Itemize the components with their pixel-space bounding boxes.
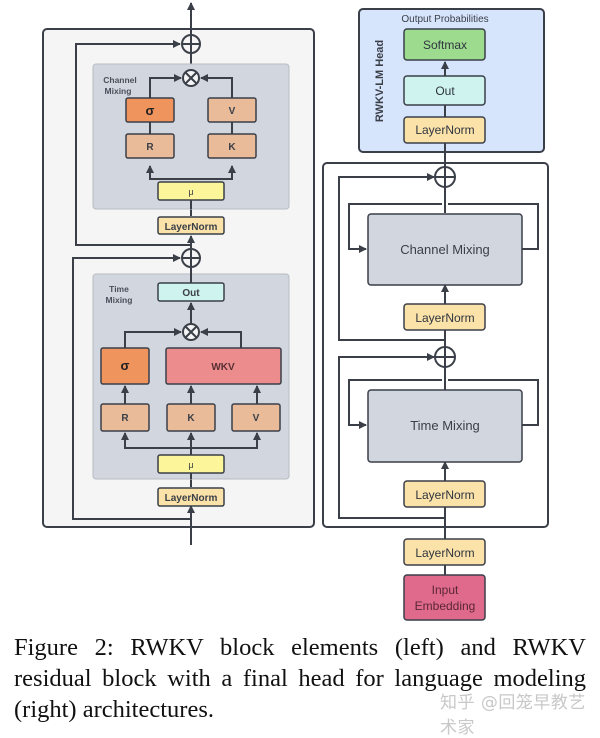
- multiply-node-time: [182, 323, 200, 341]
- rwkv-architecture-diagram: Channel Mixing σ V R K μ LayerNorm Time …: [42, 2, 549, 621]
- time-mixing-title: Time: [109, 284, 129, 294]
- cm-k-label: K: [228, 142, 236, 153]
- tm-v-label: V: [253, 413, 260, 424]
- tm-wkv-label: WKV: [211, 362, 235, 373]
- time-mixing-label: Time Mixing: [410, 418, 480, 433]
- cm-layernorm-label: LayerNorm: [165, 222, 218, 233]
- input-embedding-label-1: Input: [432, 583, 459, 597]
- rwkv-lm-head: RWKV-LM Head Output Probabilities Softma…: [358, 8, 545, 162]
- time-mixing-title-2: Mixing: [106, 295, 133, 305]
- cm-r-label: R: [146, 142, 154, 153]
- cm-v-label: V: [229, 106, 236, 117]
- add-node-lower: [181, 248, 201, 268]
- head-side-label: RWKV-LM Head: [374, 40, 386, 122]
- right-add-node-lower: [434, 346, 456, 368]
- multiply-node-channel: [182, 69, 200, 87]
- watermark: 知乎 @回笼早教艺术家: [440, 693, 586, 738]
- block-layernorm-lower-label: LayerNorm: [415, 488, 474, 502]
- head-layernorm-label: LayerNorm: [415, 123, 474, 137]
- tm-out-label: Out: [182, 288, 200, 299]
- tm-layernorm-label: LayerNorm: [165, 493, 218, 504]
- tm-k-label: K: [187, 413, 195, 424]
- softmax-label: Softmax: [423, 38, 467, 52]
- left-panel: Channel Mixing σ V R K μ LayerNorm Time …: [42, 2, 315, 545]
- cm-mu-label: μ: [188, 187, 193, 197]
- output-probabilities-label: Output Probabilities: [401, 14, 488, 25]
- head-out-label: Out: [435, 84, 455, 98]
- time-mixing-block: Time Mixing Out σ WKV R K V μ: [92, 267, 290, 480]
- block-layernorm-upper-label: LayerNorm: [415, 311, 474, 325]
- tm-mu-label: μ: [188, 460, 193, 470]
- tm-sigma-label: σ: [121, 358, 130, 373]
- cm-sigma-label: σ: [146, 103, 155, 118]
- tm-r-label: R: [121, 413, 129, 424]
- right-panel: RWKV-LM Head Output Probabilities Softma…: [322, 8, 549, 621]
- channel-mixing-title: Channel: [103, 75, 137, 85]
- input-embedding-label-2: Embedding: [415, 599, 476, 613]
- channel-mixing-label: Channel Mixing: [400, 242, 490, 257]
- add-node-upper: [181, 34, 201, 54]
- channel-mixing-title-2: Mixing: [105, 86, 132, 96]
- right-add-node-upper: [434, 166, 456, 188]
- input-embedding-box: [403, 574, 486, 621]
- channel-mixing-block: Channel Mixing σ V R K μ: [92, 63, 290, 210]
- input-layernorm-label: LayerNorm: [415, 546, 474, 560]
